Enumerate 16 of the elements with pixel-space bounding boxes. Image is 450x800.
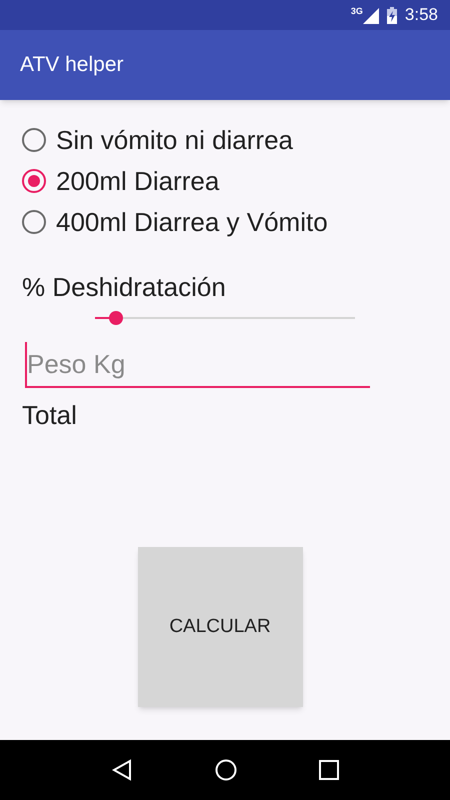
total-label: Total: [22, 399, 78, 432]
slider-thumb[interactable]: [108, 311, 123, 325]
radio-option[interactable]: 200ml Diarrea: [22, 163, 428, 199]
weight-input[interactable]: Peso Kg: [25, 342, 370, 388]
radio-option[interactable]: 400ml Diarrea y Vómito: [22, 204, 428, 240]
app-title: ATV helper: [20, 52, 124, 78]
network-type: 3G: [350, 6, 363, 16]
dehydration-label: % Deshidratación: [22, 274, 227, 300]
signal-icon: [362, 8, 379, 24]
calculate-button[interactable]: CALCULAR: [138, 547, 302, 707]
home-icon[interactable]: [215, 759, 237, 781]
recents-icon[interactable]: [319, 760, 339, 780]
radio-option[interactable]: Sin vómito ni diarrea: [22, 122, 428, 158]
clock: 3:58: [404, 4, 438, 26]
back-icon[interactable]: [111, 759, 133, 781]
battery-icon: [386, 6, 397, 24]
